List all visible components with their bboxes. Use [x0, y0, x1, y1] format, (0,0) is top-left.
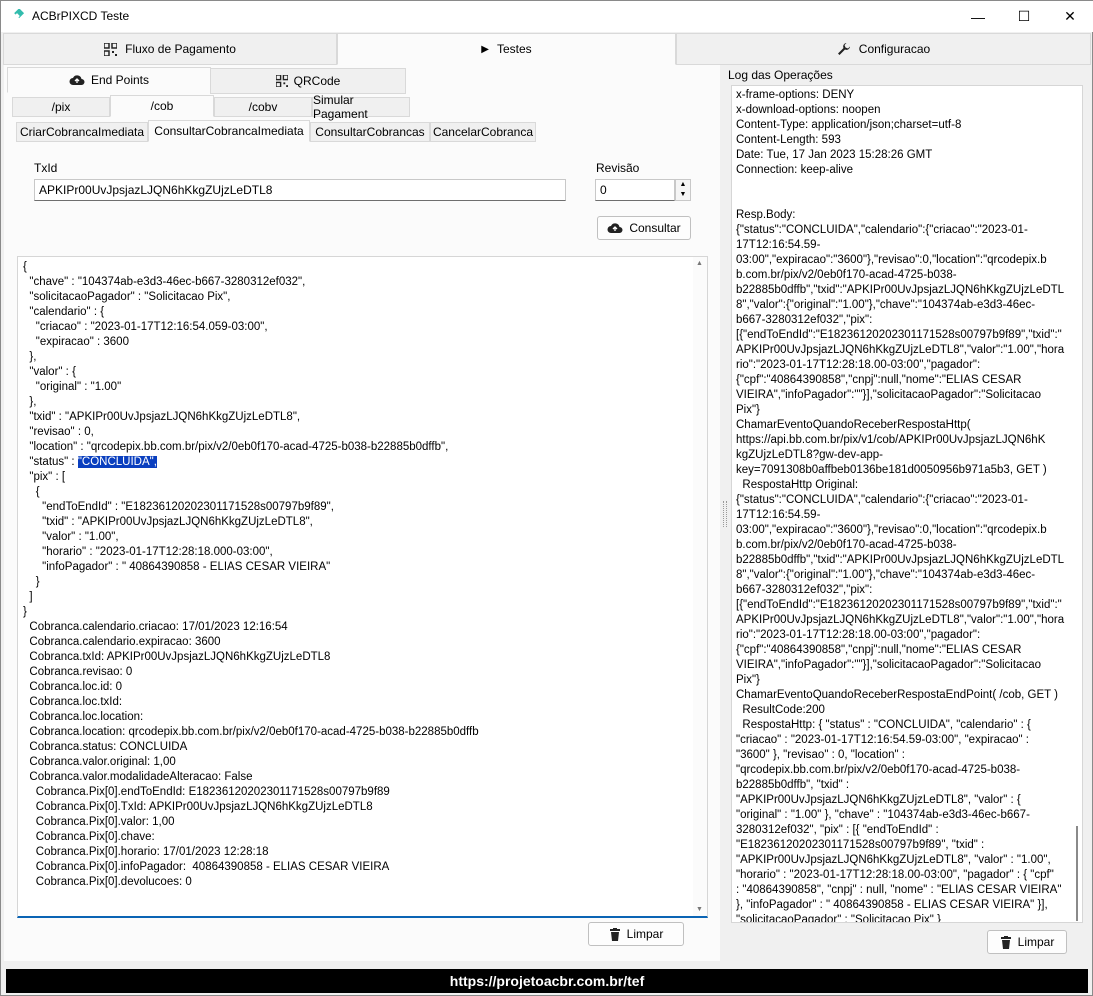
minimize-button[interactable]: — — [955, 1, 1001, 32]
wrench-icon — [837, 43, 850, 55]
log-title: Log das Operações — [728, 68, 833, 82]
log-scroll-thumb[interactable] — [1076, 826, 1078, 921]
button-label: Limpar — [1017, 935, 1055, 949]
close-icon: ✕ — [1064, 8, 1076, 24]
spin-down-icon[interactable]: ▼ — [676, 190, 690, 200]
tab-label: Configuracao — [858, 42, 931, 56]
tab-label: ConsultarCobrancas — [315, 125, 425, 139]
spin-up-icon[interactable]: ▲ — [676, 180, 690, 190]
result-text-before: { "chave" : "104374ab-e3d3-46ec-b667-328… — [23, 261, 449, 468]
maximize-icon: ☐ — [1017, 8, 1031, 24]
txid-label: TxId — [34, 161, 58, 175]
tab-pix[interactable]: /pix — [12, 97, 110, 117]
testes-panel: End Points QRCode /pix /cob /cobv Simula… — [4, 65, 720, 961]
tab-cob[interactable]: /cob — [110, 95, 214, 117]
log-memo[interactable]: x-frame-options: DENY x-download-options… — [731, 85, 1083, 923]
tab-configuracao[interactable]: Configuracao — [676, 33, 1091, 65]
qrcode-icon — [104, 42, 118, 56]
revisao-label: Revisão — [596, 161, 640, 175]
result-memo[interactable]: { "chave" : "104374ab-e3d3-46ec-b667-328… — [17, 256, 708, 918]
footer-link[interactable]: https://projetoacbr.com.br/tef — [6, 969, 1088, 993]
tab-label: CriarCobrancaImediata — [19, 125, 145, 139]
result-scrollbar[interactable]: ▲ ▼ — [693, 257, 707, 916]
button-label: Limpar — [626, 927, 664, 941]
main-tabs: Fluxo de Pagamento ▶ Testes Configuracao — [3, 33, 1091, 65]
trash-icon — [1000, 935, 1011, 949]
minimize-icon: — — [971, 8, 985, 25]
tab-label: QRCode — [293, 74, 341, 88]
tab-label: /cob — [150, 99, 174, 113]
tab-end-points[interactable]: End Points — [7, 67, 211, 93]
tab-consultar-cobranca-imediata[interactable]: ConsultarCobrancaImediata — [148, 120, 310, 142]
limpar-log-button[interactable]: Limpar — [987, 930, 1067, 954]
tab-cobv[interactable]: /cobv — [214, 97, 312, 117]
tab-label: /pix — [51, 100, 71, 114]
maximize-button[interactable]: ☐ — [1001, 1, 1047, 32]
app-window: ACBrPIXCD Teste — ☐ ✕ Fluxo de Pagamento… — [0, 0, 1093, 996]
scroll-down-icon[interactable]: ▼ — [696, 906, 703, 913]
cloud-upload-icon — [69, 75, 85, 85]
log-scrollbar[interactable] — [1068, 86, 1082, 922]
qrcode-icon — [275, 75, 288, 87]
title-bar: ACBrPIXCD Teste — ☐ ✕ — [1, 1, 1093, 32]
consultar-button[interactable]: Consultar — [597, 216, 691, 240]
tab-simular-pagamento[interactable]: Simular Pagament — [312, 93, 410, 121]
cloud-upload-icon — [607, 223, 623, 233]
tab-cancelar-cobranca[interactable]: CancelarCobranca — [430, 122, 536, 142]
scroll-up-icon[interactable]: ▲ — [696, 260, 703, 267]
tab-consultar-cobrancas[interactable]: ConsultarCobrancas — [310, 122, 430, 142]
tab-label: CancelarCobranca — [432, 125, 534, 139]
tab-criar-cobranca-imediata[interactable]: CriarCobrancaImediata — [16, 122, 148, 142]
result-text-after: "pix" : [ { "endToEndId" : "E18236120202… — [23, 471, 479, 888]
limpar-result-button[interactable]: Limpar — [588, 922, 684, 946]
revisao-spinner[interactable]: ▲ ▼ — [675, 179, 691, 201]
close-button[interactable]: ✕ — [1047, 1, 1093, 32]
splitter-handle[interactable] — [723, 501, 727, 527]
tab-label: /cobv — [248, 100, 278, 114]
revisao-input[interactable]: 0 — [595, 179, 675, 201]
app-logo-icon — [14, 9, 24, 19]
tab-qrcode[interactable]: QRCode — [210, 68, 406, 94]
button-label: Consultar — [629, 221, 681, 235]
tab-testes[interactable]: ▶ Testes — [337, 33, 676, 65]
play-icon: ▶ — [481, 43, 489, 55]
trash-icon — [609, 927, 620, 941]
result-text: { "chave" : "104374ab-e3d3-46ec-b667-328… — [23, 260, 479, 890]
tab-fluxo-de-pagamento[interactable]: Fluxo de Pagamento — [3, 33, 337, 65]
tab-label: End Points — [90, 73, 150, 87]
tab-label: Fluxo de Pagamento — [125, 42, 236, 56]
tab-label: Simular Pagament — [313, 93, 368, 121]
log-text: x-frame-options: DENY x-download-options… — [736, 89, 1065, 923]
tab-label: Testes — [497, 42, 532, 56]
selected-text: "CONCLUIDA", — [77, 456, 157, 468]
tab-label: ConsultarCobrancaImediata — [154, 124, 304, 138]
txid-input[interactable]: APKIPr00UvJpsjazLJQN6hKkgZUjzLeDTL8 — [34, 179, 566, 201]
window-title: ACBrPIXCD Teste — [32, 9, 130, 23]
